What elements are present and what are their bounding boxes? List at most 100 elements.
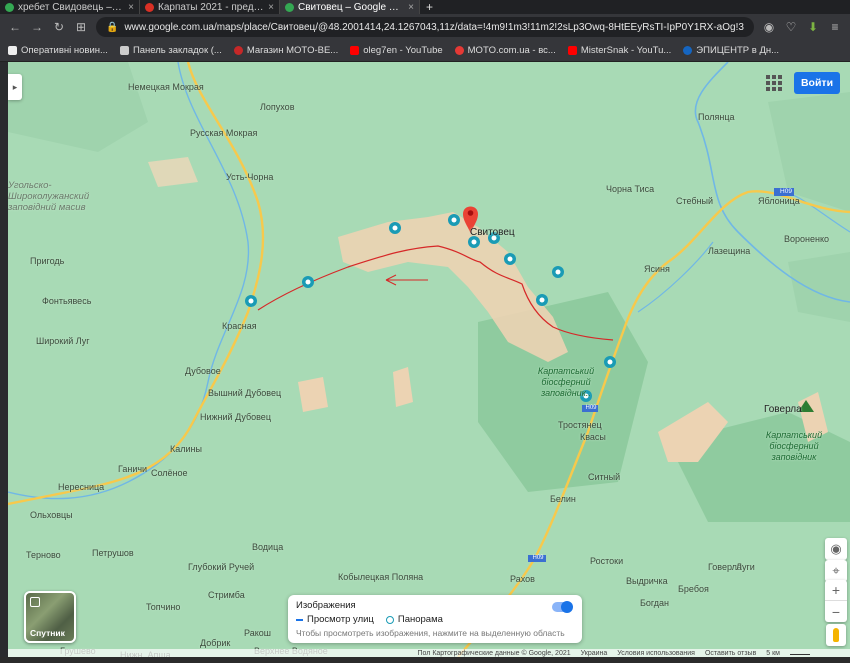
meadow-area (338, 212, 568, 362)
country-label[interactable]: Украина (581, 650, 608, 657)
new-tab-button[interactable]: + (420, 0, 439, 14)
road-label: H09 (585, 405, 597, 411)
river (637, 241, 714, 313)
place-label: Ясиня (644, 264, 670, 274)
park-label: Карпатський біосферний заповідник (765, 430, 823, 462)
place-label: Стримба (208, 590, 245, 600)
imagery-hint: Чтобы просмотреть изображения, нажмите н… (296, 628, 565, 638)
place-label: Вышний Дубовец (208, 388, 282, 398)
download-icon[interactable]: ⬇ (806, 20, 820, 34)
camera-icon[interactable]: ◉ (762, 20, 776, 34)
terms-link[interactable]: Условия использования (617, 650, 695, 657)
address-bar-row: ← → ↻ ⊞ 🔒 www.google.com.ua/maps/place/С… (0, 14, 850, 40)
tab-title: Карпаты 2021 - предложе (158, 1, 265, 13)
place-label: Рахов (510, 574, 535, 584)
layers-button[interactable]: ◉ (825, 538, 847, 560)
place-label: Вороненко (784, 234, 830, 244)
tab-grid-icon[interactable]: ⊞ (74, 20, 88, 34)
route-arrow (385, 274, 428, 286)
place-label: Квасы (580, 432, 606, 442)
browser-tab-bar: хребет Свидовець – Google × Карпаты 2021… (0, 0, 850, 14)
bookmark-item[interactable]: oleg7en - YouTube (350, 45, 443, 56)
place-label: Терново (26, 550, 61, 560)
sign-in-button[interactable]: Войти (794, 72, 840, 94)
tab-svitovets-map[interactable]: Свитовец – Google Карты × (280, 0, 420, 14)
place-label: Немецкая Мокрая (128, 82, 204, 92)
place-label: Бребоя (678, 584, 709, 594)
close-icon[interactable]: × (408, 2, 414, 13)
pin-dot (467, 210, 474, 216)
place-label: Русская Мокрая (190, 128, 258, 138)
place-label: Стебный (676, 196, 714, 206)
place-label: Широкий Луг (36, 336, 90, 346)
bookmark-icon (683, 46, 693, 55)
back-icon[interactable]: ← (8, 20, 22, 34)
forest-area (788, 252, 850, 322)
place-label: Добрик (200, 638, 231, 648)
place-label: Ганичи (118, 464, 148, 474)
meadow-area (148, 157, 198, 187)
map-footer: Пол Картографические данные © Google, 20… (8, 649, 850, 657)
zoom-in-button[interactable]: + (825, 580, 847, 601)
road-label: H09 (780, 188, 792, 195)
place-label: Ситный (588, 472, 621, 482)
bookmark-item[interactable]: Панель закладок (... (119, 45, 222, 56)
collapse-panel-button[interactable]: ▸ (8, 74, 22, 100)
bookmark-item[interactable]: ЭПИЦЕНТР в Дн... (683, 45, 779, 56)
forward-icon[interactable]: → (30, 20, 44, 34)
my-location-button[interactable]: ⌖ (825, 560, 847, 582)
maps-icon (285, 2, 294, 12)
street-view-legend: Просмотр улиц (296, 614, 374, 625)
road-label: H09 (532, 555, 544, 561)
satellite-toggle[interactable]: Спутник (24, 591, 76, 643)
place-label: Тростянец (558, 420, 602, 430)
apps-grid-icon[interactable] (765, 74, 782, 91)
map-canvas[interactable]: ▸ Войти Немецкая Мокрая Русская Мокрая Лоп… (8, 62, 850, 657)
place-label: Луги (736, 562, 755, 572)
peak-label: Говерла (764, 404, 802, 415)
zoom-out-button[interactable]: − (825, 601, 847, 622)
tab-title: Свитовец – Google Карты (298, 1, 404, 13)
extensions-icon[interactable]: ≡ (828, 20, 842, 34)
reload-icon[interactable]: ↻ (52, 20, 66, 34)
street-view-pegman[interactable] (826, 624, 846, 646)
place-label: Нересница (58, 482, 105, 492)
heart-icon[interactable]: ♡ (784, 20, 798, 34)
tab-carpathians[interactable]: Карпаты 2021 - предложе × (140, 0, 280, 14)
bookmark-item[interactable]: MOTO.com.ua - вс... (454, 45, 556, 56)
maps-icon (5, 2, 14, 12)
bookmark-icon (8, 46, 17, 55)
meadow-area (393, 367, 413, 407)
bookmark-item[interactable]: MisterSnak - YouTu... (567, 45, 671, 56)
park-label: Карпатський біосферний заповідник.. (537, 366, 595, 398)
place-label: Нижний Дубовец (200, 412, 271, 422)
feedback-link[interactable]: Оставить отзыв (705, 650, 756, 657)
circle-icon (385, 615, 394, 624)
bookmark-icon (233, 46, 243, 55)
tab-search[interactable]: хребет Свидовець – Google × (0, 0, 140, 14)
place-label: Богдан (640, 598, 670, 608)
youtube-icon (350, 46, 360, 55)
line-icon (296, 618, 303, 621)
place-label: Чорна Тиса (606, 184, 655, 194)
place-label: Ольховцы (30, 510, 73, 520)
place-label: Глубокий Ручей (188, 562, 255, 572)
close-icon[interactable]: × (268, 2, 274, 13)
place-label: Кобылецкая Поляна (338, 572, 424, 582)
place-label: Яблоница (758, 196, 800, 206)
url-field[interactable]: 🔒 www.google.com.ua/maps/place/Свитовец/… (96, 17, 754, 37)
folder-icon (119, 46, 129, 55)
imagery-toggle[interactable] (552, 601, 573, 613)
region-label: Угольско-Широколужанский заповідний маси… (8, 180, 90, 213)
close-icon[interactable]: × (128, 2, 134, 13)
place-label: Петрушов (92, 548, 134, 558)
bookmark-item[interactable]: Магазин MOTO-BE... (233, 45, 338, 56)
panorama-legend: Панорама (385, 614, 443, 625)
bookmarks-bar: Оперативні новин... Панель закладок (...… (0, 40, 850, 62)
satellite-label: Спутник (30, 628, 65, 638)
tab-title: хребет Свидовець – Google (18, 1, 124, 13)
place-label: Ракош (244, 628, 271, 638)
bookmark-item[interactable]: Оперативні новин... (8, 45, 108, 56)
place-label: Выдричка (626, 576, 668, 586)
place-label: Дубовое (185, 366, 221, 376)
